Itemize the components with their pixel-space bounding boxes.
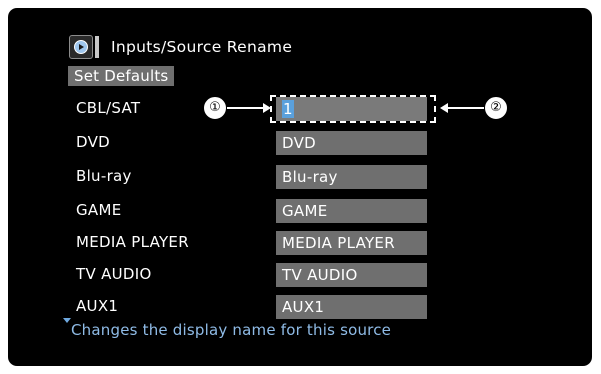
row-label-aux1: AUX1 (76, 297, 119, 315)
header-icon-bar (95, 36, 99, 58)
focus-highlight (270, 95, 436, 123)
row-label-media-player: MEDIA PLAYER (76, 233, 189, 251)
set-defaults-button[interactable]: Set Defaults (68, 66, 175, 86)
rename-field-aux1[interactable]: AUX1 (276, 295, 427, 319)
rename-field-blu-ray[interactable]: Blu-ray (276, 165, 427, 189)
menu-header: Inputs/Source Rename (69, 32, 292, 62)
callout-2: ② (484, 96, 508, 120)
page-title: Inputs/Source Rename (111, 38, 293, 56)
callout-2-arrow (448, 107, 484, 109)
rename-field-game[interactable]: GAME (276, 199, 427, 223)
callout-1-arrow (227, 107, 265, 109)
callout-1-arrowhead (263, 103, 271, 113)
rename-field-dvd[interactable]: DVD (276, 131, 427, 155)
help-text: Changes the display name for this source (71, 321, 392, 339)
row-label-dvd: DVD (76, 133, 110, 151)
input-source-icon (69, 35, 93, 59)
callout-1: ① (203, 96, 227, 120)
rename-field-media-player[interactable]: MEDIA PLAYER (276, 231, 427, 255)
row-label-game: GAME (76, 201, 122, 219)
scroll-down-icon (63, 318, 71, 323)
row-label-tv-audio: TV AUDIO (76, 265, 152, 283)
row-label-cbl-sat: CBL/SAT (76, 99, 141, 117)
osd-screen: Inputs/Source Rename Set Defaults CBL/SA… (8, 8, 592, 366)
callout-2-arrowhead (440, 103, 448, 113)
rename-field-tv-audio[interactable]: TV AUDIO (276, 263, 427, 287)
row-label-blu-ray: Blu-ray (76, 167, 132, 185)
